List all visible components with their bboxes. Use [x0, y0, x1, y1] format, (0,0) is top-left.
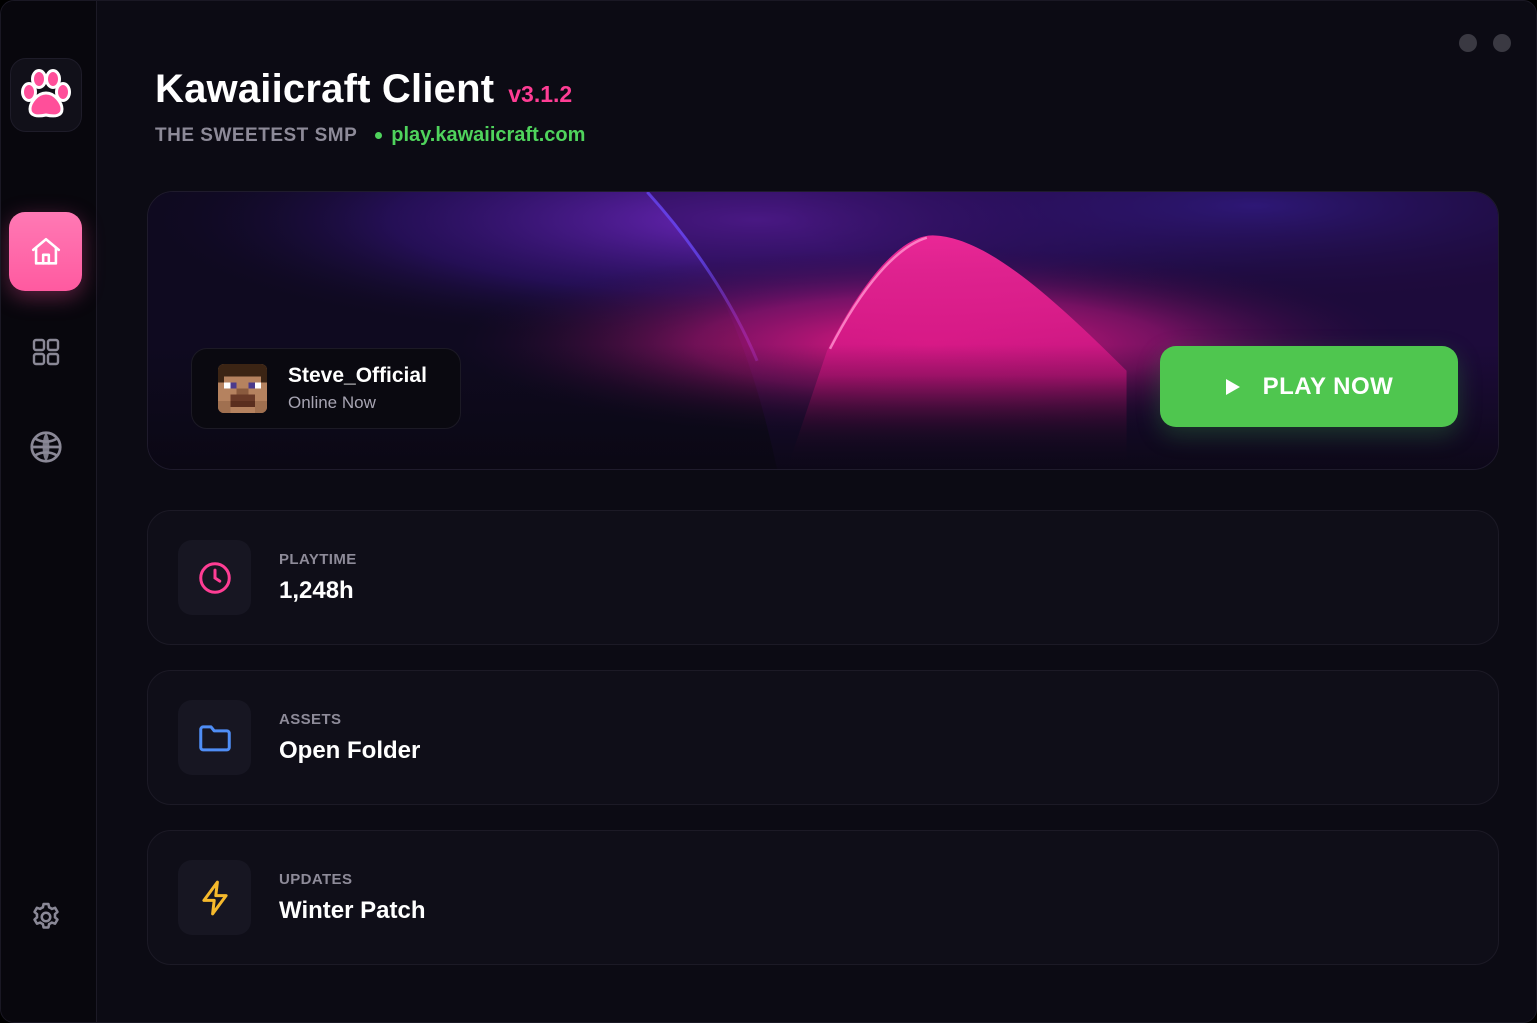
window-close-button[interactable] — [1493, 34, 1511, 52]
play-icon — [1225, 378, 1240, 395]
gear-icon — [32, 902, 59, 929]
assets-icon-tile — [178, 700, 251, 775]
profile-card[interactable]: Steve_Official Online Now — [191, 348, 461, 429]
playtime-icon-tile — [178, 540, 251, 615]
header: Kawaiicraft Client v3.1.2 — [155, 67, 572, 112]
bolt-icon — [201, 880, 228, 915]
assets-label: ASSETS — [279, 711, 342, 728]
launcher-window: Kawaiicraft Client v3.1.2 THE SWEETEST S… — [0, 0, 1537, 1023]
steve-skin-icon — [218, 364, 267, 413]
app-version: v3.1.2 — [508, 81, 573, 107]
updates-label: UPDATES — [279, 871, 353, 888]
avatar — [218, 364, 267, 413]
tagline: THE SWEETEST SMP — [155, 124, 358, 146]
app-title: Kawaiicraft Client — [155, 67, 495, 111]
globe-icon — [29, 430, 62, 463]
sidebar-item-globe[interactable] — [9, 407, 82, 486]
updates-value: Winter Patch — [279, 897, 426, 924]
paw-icon — [21, 69, 71, 118]
play-now-button[interactable]: PLAY NOW — [1160, 346, 1458, 427]
profile-info: Steve_Official Online Now — [288, 364, 427, 413]
hero-banner: Steve_Official Online Now PLAY NOW — [147, 191, 1499, 470]
profile-username: Steve_Official — [288, 364, 427, 387]
updates-card[interactable]: UPDATES Winter Patch — [147, 830, 1499, 965]
assets-card[interactable]: ASSETS Open Folder — [147, 670, 1499, 805]
online-status-dot — [375, 132, 383, 139]
clock-icon — [198, 561, 231, 594]
play-now-label: PLAY NOW — [1262, 372, 1394, 400]
app-logo[interactable] — [10, 58, 82, 132]
server-address[interactable]: play.kawaiicraft.com — [375, 124, 585, 147]
profile-status: Online Now — [288, 393, 376, 412]
sidebar-item-home[interactable] — [9, 212, 82, 291]
playtime-card[interactable]: PLAYTIME 1,248h — [147, 510, 1499, 645]
playtime-label: PLAYTIME — [279, 551, 357, 568]
grid-icon — [32, 338, 59, 365]
updates-icon-tile — [178, 860, 251, 935]
sidebar — [1, 1, 97, 1022]
sidebar-item-settings[interactable] — [9, 877, 82, 956]
sidebar-item-grid[interactable] — [9, 312, 82, 391]
home-icon — [31, 237, 60, 265]
assets-value: Open Folder — [279, 737, 421, 764]
window-minimize-button[interactable] — [1459, 34, 1477, 52]
playtime-value: 1,248h — [279, 577, 354, 604]
folder-icon — [198, 724, 231, 751]
subheader: THE SWEETEST SMP play.kawaiicraft.com — [155, 124, 585, 147]
server-address-text: play.kawaiicraft.com — [391, 124, 586, 146]
